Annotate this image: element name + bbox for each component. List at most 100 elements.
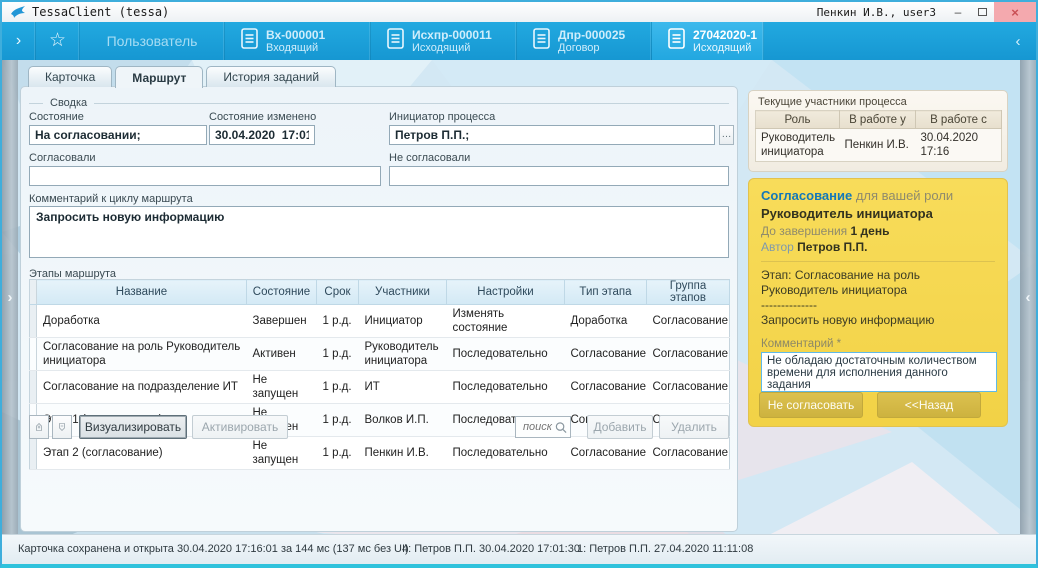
table-row[interactable]: Этап 2 (согласование) Не запущен 1 р.д. … [30,437,730,470]
task-dashes: -------------- [761,298,995,313]
tab-route[interactable]: Маршрут [115,66,203,88]
task-card: Согласование для вашей роли Руководитель… [748,178,1008,427]
state-changed-field[interactable] [209,125,315,145]
col-name[interactable]: Название [37,280,247,305]
right-panel-collapse[interactable]: ‹ [1020,60,1036,534]
nav-tab-contract[interactable]: Дпр-000025Договор [517,22,652,60]
arrow-down-icon [59,419,65,435]
nav-tab-subtitle: Исходящий [412,42,492,55]
state-label: Состояние [29,111,84,123]
chevron-left-icon: ‹ [1026,289,1031,306]
current-user-label: Пенкин И.В., user3 [817,6,936,19]
app-logo-icon [10,5,26,19]
col-settings[interactable]: Настройки [447,280,565,305]
left-panel-expander[interactable]: › [2,60,18,534]
nav-tab-user[interactable]: Пользователь [80,22,225,60]
not-approved-field[interactable] [389,166,729,186]
current-participants-panel: Текущие участники процесса Роль В работе… [748,90,1008,172]
app-window: TessaClient (tessa) Пенкин И.В., user3 –… [0,0,1038,568]
cycle-comment-field[interactable]: Запросить новую информацию [29,206,729,258]
table-row[interactable]: Согласование на роль Руководитель инициа… [30,338,730,371]
col-since[interactable]: В работе с [916,111,1002,129]
summary-group-line [29,103,729,104]
activate-button[interactable]: Активировать [192,415,288,439]
task-comment-field[interactable]: Не обладаю достаточным количеством време… [761,352,997,392]
stages-table[interactable]: Название Состояние Срок Участники Настро… [29,279,730,470]
initiator-more-button[interactable]: … [719,125,734,145]
task-for-role: для вашей роли [856,188,953,203]
minimize-button[interactable]: – [946,2,970,22]
document-icon [668,28,685,54]
close-icon: × [1011,5,1019,20]
nav-tab-subtitle: Входящий [266,42,325,55]
chevron-right-icon: › [8,289,13,306]
chevron-right-icon: › [16,32,21,50]
favorites-button[interactable]: ☆ [36,22,80,60]
arrow-up-icon [36,419,42,435]
initiator-label: Инициатор процесса [389,111,495,123]
col-term[interactable]: Срок [317,280,359,305]
ellipsis-icon: … [722,129,732,140]
back-button[interactable]: <<Назад [877,392,981,418]
task-request-text: Запросить новую информацию [761,313,995,328]
tab-task-history[interactable]: История заданий [206,66,336,87]
table-row[interactable]: Согласование на подразделение ИТ Не запу… [30,371,730,404]
deadline-label: До завершения [761,224,847,238]
delete-button[interactable]: Удалить [659,415,729,439]
participants-table[interactable]: Роль В работе у В работе с Руководитель … [755,110,1002,162]
stages-search-box[interactable] [515,416,571,438]
nav-tab-outgoing-project[interactable]: Исхпр-000011Исходящий [371,22,517,60]
status-bar: Карточка сохранена и открыта 30.04.2020 … [2,534,1036,564]
col-assignee[interactable]: В работе у [840,111,916,129]
nav-tab-incoming[interactable]: Вх-000001Входящий [225,22,371,60]
disapprove-button[interactable]: Не согласовать [759,392,863,418]
col-role[interactable]: Роль [756,111,840,129]
col-group[interactable]: Группа этапов [647,280,730,305]
maximize-button[interactable] [970,2,994,22]
move-up-button[interactable] [29,415,49,439]
task-role: Руководитель инициатора [761,206,995,221]
initiator-field[interactable] [389,125,715,145]
star-icon: ☆ [49,29,66,52]
nav-tab-title: 27042020-1 [693,28,757,42]
col-type[interactable]: Тип этапа [565,280,647,305]
deadline-value: 1 день [851,224,890,238]
maximize-icon [978,8,987,16]
task-type: Согласование [761,188,852,203]
nav-collapse-button[interactable]: ‹ [1000,22,1036,60]
main-navbar: › ☆ Пользователь Вх-000001Входящий Исхпр… [2,22,1036,60]
nav-expand-button[interactable]: › [2,22,36,60]
col-participants[interactable]: Участники [359,280,447,305]
title-bar: TessaClient (tessa) Пенкин И.В., user3 –… [2,2,1036,22]
state-changed-label: Состояние изменено [209,111,316,123]
nav-tab-subtitle: Договор [558,42,625,55]
search-input[interactable] [521,420,555,434]
close-button[interactable]: × [994,2,1036,22]
status-version-1: 1: Петров П.П. 27.04.2020 11:11:08 [577,543,753,555]
nav-tab-title: Вх-000001 [266,28,325,42]
summary-group-label: Сводка [43,97,94,109]
task-comment-label: Комментарий [761,338,833,350]
stages-header-row: Название Состояние Срок Участники Настро… [30,280,730,305]
participants-title: Текущие участники процесса [758,96,907,108]
author-label: Автор [761,240,794,254]
col-state[interactable]: Состояние [247,280,317,305]
table-row[interactable]: Доработка Завершен 1 р.д. Инициатор Изме… [30,305,730,338]
search-icon [555,421,567,434]
nav-tab-outgoing-active[interactable]: 27042020-1Исходящий [652,22,764,60]
visualize-button[interactable]: Визуализировать [79,415,187,439]
status-saved-message: Карточка сохранена и открыта 30.04.2020 … [18,543,409,555]
table-row[interactable]: Руководитель инициатора Пенкин И.В. 30.0… [756,129,1002,162]
tab-card[interactable]: Карточка [28,66,112,87]
move-down-button[interactable] [52,415,72,439]
document-icon [387,28,404,54]
author-value: Петров П.П. [797,240,867,254]
chevron-left-icon: ‹ [1016,33,1021,50]
approved-field[interactable] [29,166,381,186]
document-icon [533,28,550,54]
add-button[interactable]: Добавить [587,415,653,439]
cycle-comment-label: Комментарий к циклу маршрута [29,193,193,205]
state-field[interactable] [29,125,207,145]
task-stage-line: Этап: Согласование на роль Руководитель … [761,268,995,298]
task-divider [761,261,995,262]
